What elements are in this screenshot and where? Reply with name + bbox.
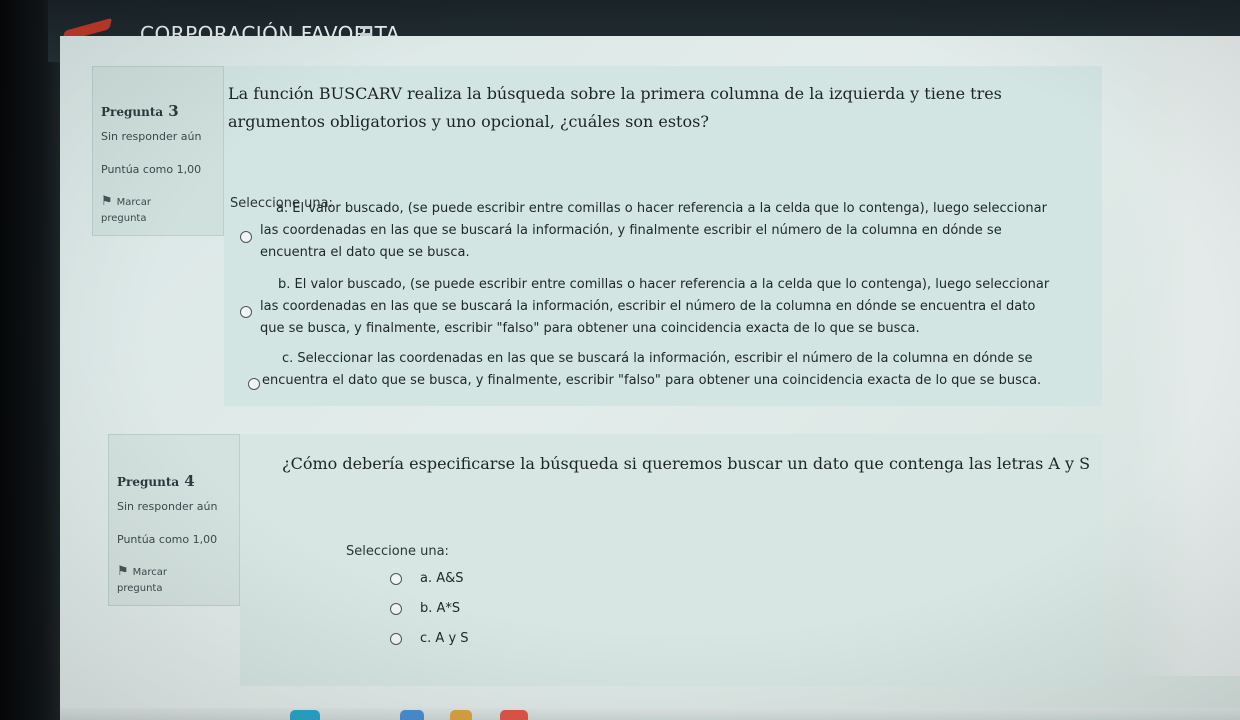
- question-score: Puntúa como 1,00: [101, 163, 202, 176]
- flag-icon: ⚑: [117, 564, 129, 579]
- flag-label-2: pregunta: [101, 213, 147, 224]
- flag-label: Marcar: [116, 197, 152, 208]
- taskbar-app-icon[interactable]: [400, 710, 424, 720]
- option-a-radio[interactable]: [390, 573, 402, 585]
- flag-question-button[interactable]: ⚑ Marcar pregunta: [117, 564, 231, 594]
- question-heading: Pregunta 4: [117, 471, 231, 490]
- flag-label: Marcar: [132, 567, 168, 578]
- flag-label-2: pregunta: [117, 583, 163, 594]
- taskbar-app-icon[interactable]: [290, 710, 320, 720]
- taskbar: [60, 708, 1240, 720]
- option-c-radio[interactable]: [248, 378, 260, 390]
- taskbar-app-icon[interactable]: [450, 710, 472, 720]
- question-label: Pregunta: [101, 105, 164, 119]
- taskbar-browser-icon[interactable]: [500, 710, 528, 720]
- question-text: La función BUSCARV realiza la búsqueda s…: [228, 84, 1002, 131]
- question-number: 3: [168, 102, 179, 120]
- page-edge-shade: [1132, 36, 1240, 676]
- hamburger-icon[interactable]: [360, 26, 372, 36]
- question-state: Sin responder aún: [101, 130, 202, 143]
- question-card-4: Pregunta 4 Sin responder aún Puntúa como…: [108, 434, 1103, 686]
- question-state: Sin responder aún: [117, 500, 218, 513]
- option-a-label[interactable]: a. El valor buscado, (se puede escribir …: [260, 198, 1050, 264]
- monitor-bezel: [0, 0, 60, 720]
- question-heading: Pregunta 3: [101, 101, 215, 120]
- question-content: La función BUSCARV realiza la búsqueda s…: [224, 66, 1102, 406]
- question-score: Puntúa como 1,00: [117, 533, 218, 546]
- question-content: ¿Cómo debería especificarse la búsqueda …: [240, 434, 1103, 686]
- question-label: Pregunta: [117, 475, 180, 489]
- option-c-label[interactable]: c. Seleccionar las coordenadas en las qu…: [262, 348, 1052, 392]
- question-info-panel: Pregunta 4 Sin responder aún Puntúa como…: [108, 434, 240, 606]
- option-b-label[interactable]: b. El valor buscado, (se puede escribir …: [260, 274, 1050, 340]
- select-prompt: Seleccione una:: [346, 544, 449, 559]
- question-text: ¿Cómo debería especificarse la búsqueda …: [282, 454, 1091, 473]
- flag-question-button[interactable]: ⚑ Marcar pregunta: [101, 194, 215, 224]
- option-c-radio[interactable]: [390, 633, 402, 645]
- option-c-label[interactable]: c. A y S: [420, 628, 469, 650]
- option-a-radio[interactable]: [240, 231, 252, 243]
- question-number: 4: [184, 472, 195, 490]
- flag-icon: ⚑: [101, 194, 113, 209]
- option-b-label[interactable]: b. A*S: [420, 598, 460, 620]
- option-b-radio[interactable]: [390, 603, 402, 615]
- question-card-3: Pregunta 3 Sin responder aún Puntúa como…: [92, 66, 1102, 406]
- option-a-label[interactable]: a. A&S: [420, 568, 464, 590]
- option-b-radio[interactable]: [240, 306, 252, 318]
- question-info-panel: Pregunta 3 Sin responder aún Puntúa como…: [92, 66, 224, 236]
